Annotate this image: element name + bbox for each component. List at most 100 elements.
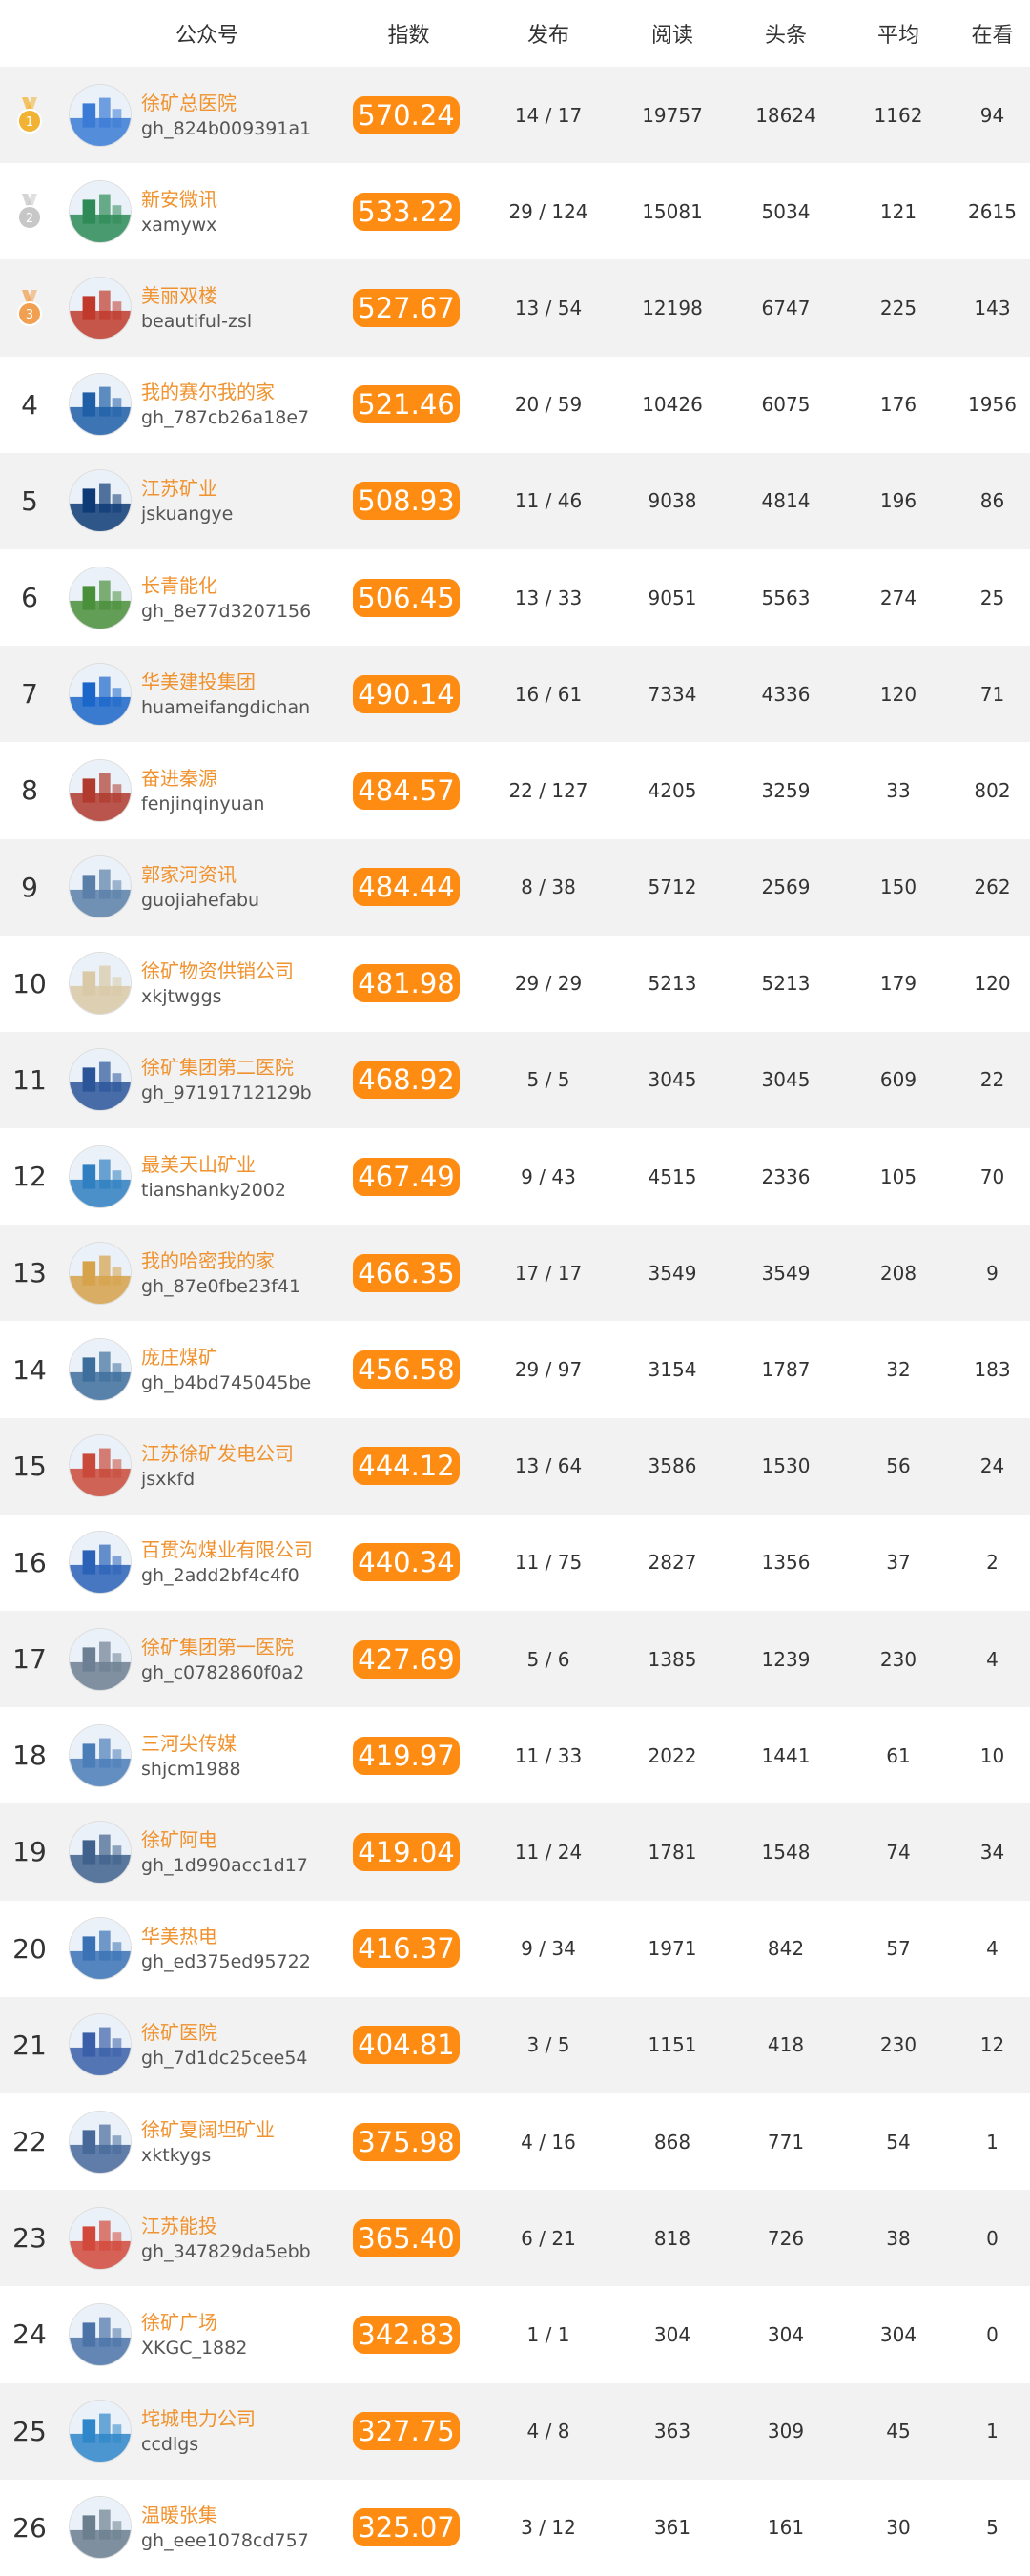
table-row[interactable]: 5 江苏矿业 jskuangye 508.93 11 / 46 9038 4814 196 86 bbox=[0, 452, 1030, 549]
account-cell[interactable]: 徐矿阿电 gh_1d990acc1d17 bbox=[141, 1826, 353, 1878]
account-cell[interactable]: 庞庄煤矿 gh_b4bd745045be bbox=[141, 1344, 353, 1395]
account-cell[interactable]: 垞城电力公司 ccdlgs bbox=[141, 2405, 353, 2457]
table-row[interactable]: 15 江苏徐矿发电公司 jsxkfd 444.12 13 / 64 3586 1530 56 2… bbox=[0, 1417, 1030, 1515]
table-row[interactable]: 26 温暖张集 gh_eee1078cd757 325.07 3 / 12 361 161 3… bbox=[0, 2479, 1030, 2576]
avatar[interactable] bbox=[69, 83, 132, 147]
table-row[interactable]: 12 最美天山矿业 tianshanky2002 467.49 9 / 43 4515 23… bbox=[0, 1128, 1030, 1226]
account-avatar[interactable] bbox=[59, 373, 141, 437]
avatar[interactable] bbox=[69, 1723, 132, 1787]
account-name[interactable]: 江苏矿业 bbox=[141, 475, 353, 502]
avatar[interactable] bbox=[69, 758, 132, 822]
table-row[interactable]: 17 徐矿集团第一医院 gh_c0782860f0a2 427.69 5 / 6 1385… bbox=[0, 1611, 1030, 1708]
account-avatar[interactable] bbox=[59, 952, 141, 1016]
account-cell[interactable]: 最美天山矿业 tianshanky2002 bbox=[141, 1151, 353, 1203]
table-row[interactable]: 14 庞庄煤矿 gh_b4bd745045be 456.58 29 / 97 3154 17… bbox=[0, 1321, 1030, 1418]
account-cell[interactable]: 奋进秦源 fenjinqinyuan bbox=[141, 765, 353, 816]
avatar[interactable] bbox=[69, 2302, 132, 2366]
account-cell[interactable]: 江苏徐矿发电公司 jsxkfd bbox=[141, 1440, 353, 1492]
account-avatar[interactable] bbox=[59, 2110, 141, 2174]
avatar[interactable] bbox=[69, 1144, 132, 1208]
account-avatar[interactable] bbox=[59, 758, 141, 822]
account-avatar[interactable] bbox=[59, 1531, 141, 1595]
account-name[interactable]: 奋进秦源 bbox=[141, 765, 353, 792]
account-cell[interactable]: 华美热电 gh_ed375ed95722 bbox=[141, 1923, 353, 1974]
account-name[interactable]: 最美天山矿业 bbox=[141, 1151, 353, 1178]
header-account[interactable]: 公众号 bbox=[141, 18, 353, 49]
table-row[interactable]: 23 江苏能投 gh_347829da5ebb 365.40 6 / 21 818 726 3… bbox=[0, 2190, 1030, 2287]
avatar[interactable] bbox=[69, 1338, 132, 1402]
table-row[interactable]: 7 华美建投集团 huameifangdichan 490.14 16 / 61 7334… bbox=[0, 646, 1030, 743]
avatar[interactable] bbox=[69, 276, 132, 340]
account-name[interactable]: 我的哈密我的家 bbox=[141, 1247, 353, 1274]
account-cell[interactable]: 我的赛尔我的家 gh_787cb26a18e7 bbox=[141, 379, 353, 430]
table-row[interactable]: 9 郭家河资讯 guojiahefabu 484.44 8 / 38 5712 2569 15… bbox=[0, 838, 1030, 936]
avatar[interactable] bbox=[69, 2206, 132, 2270]
account-name[interactable]: 江苏徐矿发电公司 bbox=[141, 1440, 353, 1467]
account-cell[interactable]: 温暖张集 gh_eee1078cd757 bbox=[141, 2502, 353, 2553]
account-cell[interactable]: 长青能化 gh_8e77d3207156 bbox=[141, 572, 353, 624]
account-name[interactable]: 徐矿集团第一医院 bbox=[141, 1634, 353, 1660]
avatar[interactable] bbox=[69, 2013, 132, 2077]
account-cell[interactable]: 华美建投集团 huameifangdichan bbox=[141, 669, 353, 720]
account-avatar[interactable] bbox=[59, 179, 141, 243]
avatar[interactable] bbox=[69, 662, 132, 726]
avatar[interactable] bbox=[69, 179, 132, 243]
account-name[interactable]: 徐矿物资供销公司 bbox=[141, 958, 353, 984]
table-row[interactable]: 6 长青能化 gh_8e77d3207156 506.45 13 / 33 9051 556… bbox=[0, 548, 1030, 647]
table-row[interactable]: 10 徐矿物资供销公司 xkjtwggs 481.98 29 / 29 5213 5213 1… bbox=[0, 935, 1030, 1032]
account-avatar[interactable] bbox=[59, 1144, 141, 1208]
avatar[interactable] bbox=[69, 2400, 132, 2463]
account-avatar[interactable] bbox=[59, 662, 141, 726]
account-name[interactable]: 徐矿广场 bbox=[141, 2309, 353, 2336]
header-average[interactable]: 平均 bbox=[842, 18, 955, 49]
account-cell[interactable]: 江苏矿业 jskuangye bbox=[141, 475, 353, 526]
table-row[interactable]: 18 三河尖传媒 shjcm1988 419.97 11 / 33 2022 1441 61 1… bbox=[0, 1707, 1030, 1804]
account-cell[interactable]: 徐矿夏阔坦矿业 xktkygs bbox=[141, 2116, 353, 2168]
account-name[interactable]: 徐矿夏阔坦矿业 bbox=[141, 2116, 353, 2143]
table-row[interactable]: 11 徐矿集团第二医院 gh_97191712129b 468.92 5 / 5 3045… bbox=[0, 1031, 1030, 1129]
account-avatar[interactable] bbox=[59, 2400, 141, 2463]
account-name[interactable]: 新安微讯 bbox=[141, 186, 353, 213]
header-watching[interactable]: 在看 bbox=[955, 18, 1030, 49]
account-name[interactable]: 百贯沟煤业有限公司 bbox=[141, 1536, 353, 1563]
avatar[interactable] bbox=[69, 1241, 132, 1305]
account-name[interactable]: 美丽双楼 bbox=[141, 282, 353, 309]
account-cell[interactable]: 徐矿集团第一医院 gh_c0782860f0a2 bbox=[141, 1634, 353, 1685]
account-name[interactable]: 徐矿总医院 bbox=[141, 90, 353, 116]
account-name[interactable]: 我的赛尔我的家 bbox=[141, 379, 353, 405]
avatar[interactable] bbox=[69, 855, 132, 919]
account-avatar[interactable] bbox=[59, 1723, 141, 1787]
avatar[interactable] bbox=[69, 1434, 132, 1498]
avatar[interactable] bbox=[69, 2496, 132, 2560]
header-index[interactable]: 指数 bbox=[353, 18, 482, 49]
avatar[interactable] bbox=[69, 566, 132, 629]
table-row[interactable]: 3 美丽双楼 beautiful-zsl 527.67 13 / 54 12198 6747… bbox=[0, 259, 1030, 357]
account-name[interactable]: 三河尖传媒 bbox=[141, 1730, 353, 1757]
account-cell[interactable]: 江苏能投 gh_347829da5ebb bbox=[141, 2213, 353, 2264]
account-avatar[interactable] bbox=[59, 2206, 141, 2270]
account-avatar[interactable] bbox=[59, 566, 141, 629]
account-avatar[interactable] bbox=[59, 1434, 141, 1498]
account-cell[interactable]: 新安微讯 xamywx bbox=[141, 186, 353, 237]
account-cell[interactable]: 徐矿集团第二医院 gh_97191712129b bbox=[141, 1054, 353, 1105]
avatar[interactable] bbox=[69, 952, 132, 1016]
account-cell[interactable]: 三河尖传媒 shjcm1988 bbox=[141, 1730, 353, 1782]
table-row[interactable]: 25 垞城电力公司 ccdlgs 327.75 4 / 8 363 309 45 1 bbox=[0, 2382, 1030, 2480]
avatar[interactable] bbox=[69, 1820, 132, 1884]
account-avatar[interactable] bbox=[59, 1048, 141, 1112]
account-avatar[interactable] bbox=[59, 2013, 141, 2077]
account-cell[interactable]: 徐矿医院 gh_7d1dc25cee54 bbox=[141, 2019, 353, 2071]
avatar[interactable] bbox=[69, 1531, 132, 1595]
table-row[interactable]: 2 新安微讯 xamywx 533.22 29 / 124 15081 5034 121 261… bbox=[0, 163, 1030, 260]
table-row[interactable]: 24 徐矿广场 XKGC_1882 342.83 1 / 1 304 304 304 0 bbox=[0, 2286, 1030, 2383]
header-read[interactable]: 阅读 bbox=[615, 18, 730, 49]
account-avatar[interactable] bbox=[59, 276, 141, 340]
account-cell[interactable]: 郭家河资讯 guojiahefabu bbox=[141, 861, 353, 913]
table-row[interactable]: 1 徐矿总医院 gh_824b009391a1 570.24 14 / 17 19757 1… bbox=[0, 67, 1030, 164]
table-row[interactable]: 19 徐矿阿电 gh_1d990acc1d17 419.04 11 / 24 1781 15… bbox=[0, 1803, 1030, 1901]
account-cell[interactable]: 我的哈密我的家 gh_87e0fbe23f41 bbox=[141, 1247, 353, 1299]
table-row[interactable]: 16 百贯沟煤业有限公司 gh_2add2bf4c4f0 440.34 11 / 75 2… bbox=[0, 1514, 1030, 1611]
header-publish[interactable]: 发布 bbox=[482, 18, 615, 49]
account-avatar[interactable] bbox=[59, 2496, 141, 2560]
account-cell[interactable]: 徐矿广场 XKGC_1882 bbox=[141, 2309, 353, 2360]
